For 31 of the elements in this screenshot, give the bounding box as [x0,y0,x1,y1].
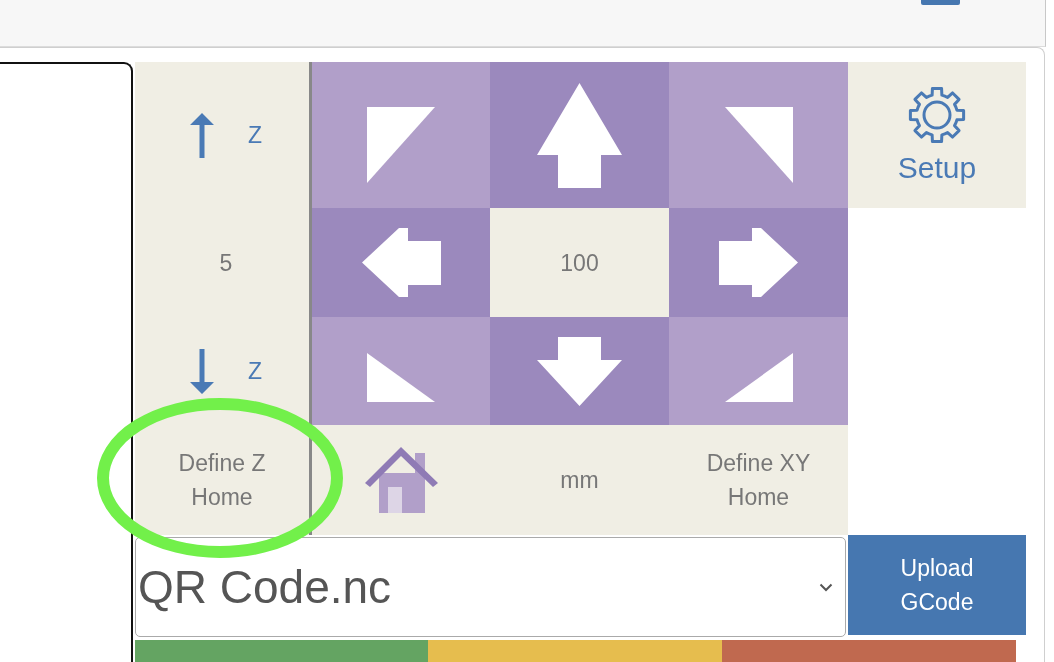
arrow-down-icon [537,336,622,406]
chevron-down-icon [819,582,833,592]
jog-up-left-button[interactable] [312,62,490,208]
settings-icon [907,85,967,145]
arrow-left-icon [361,228,441,297]
xy-home-button[interactable] [312,425,490,535]
z-up-button[interactable]: Z [135,62,309,208]
setup-button[interactable]: Setup [848,62,1026,208]
house-icon [364,447,438,513]
triangle-up-right-icon [724,107,793,183]
unit-button[interactable]: mm [490,425,669,535]
triangle-down-left-icon [367,352,435,402]
arrow-down-icon [189,348,214,394]
jog-left-button[interactable] [312,208,490,317]
jog-down-left-button[interactable] [312,317,490,425]
jog-up-right-button[interactable] [669,62,848,208]
upload-gcode-button[interactable]: Upload GCode [848,535,1026,635]
step-size-button[interactable]: 100 [490,208,669,317]
arrow-right-icon [719,228,798,297]
arrow-up-icon [537,82,622,188]
step-size-button[interactable]: 5 [135,208,309,317]
file-select[interactable]: QR Code.nc [135,537,846,637]
define-xy-home-button[interactable]: Define XY Home [669,425,848,535]
jog-right-button[interactable] [669,208,848,317]
jog-up-button[interactable] [490,62,669,208]
arrow-up-icon [189,112,214,158]
jog-down-button[interactable] [490,317,669,425]
triangle-down-right-icon [724,352,793,402]
define-z-home-button[interactable]: Define Z Home [135,425,309,535]
triangle-up-left-icon [367,107,435,183]
jog-down-right-button[interactable] [669,317,848,425]
